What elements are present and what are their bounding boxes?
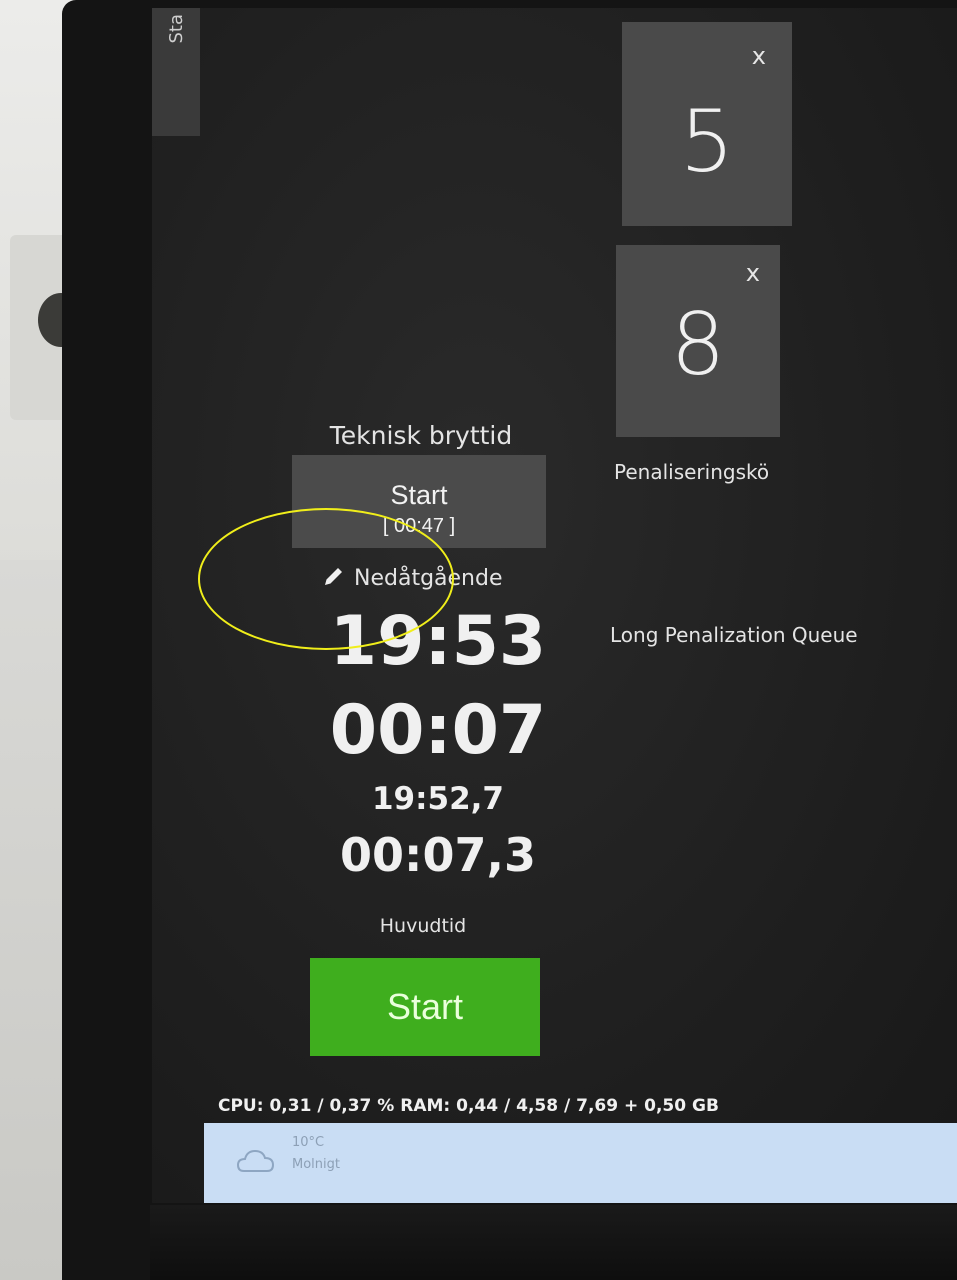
long-penalty-queue-label: Long Penalization Queue bbox=[610, 623, 858, 647]
penalty-tile-number: 5 bbox=[679, 92, 735, 192]
technical-break-start-label: Start bbox=[390, 479, 448, 510]
main-time-label: Huvudtid bbox=[379, 915, 467, 937]
monitor-bezel-bottom bbox=[150, 1205, 957, 1280]
close-icon[interactable]: x bbox=[746, 259, 760, 287]
penalty-tile-1[interactable]: x 5 bbox=[622, 22, 792, 226]
main-clock-precise: 19:52,7 bbox=[371, 781, 505, 817]
close-icon[interactable]: x bbox=[752, 42, 766, 70]
taskbar: 10°C Molnigt bbox=[204, 1123, 957, 1203]
side-tab-label: Sta bbox=[166, 14, 187, 44]
annotation-circle bbox=[198, 508, 454, 650]
technical-break-title: Teknisk bryttid bbox=[329, 421, 513, 450]
weather-description: Molnigt bbox=[292, 1157, 340, 1172]
elapsed-clock-precise: 00:07,3 bbox=[340, 828, 536, 882]
weather-temperature: 10°C bbox=[292, 1135, 325, 1150]
penalty-tile-number: 8 bbox=[670, 295, 726, 395]
elapsed-clock: 00:07 bbox=[329, 691, 547, 770]
cloud-icon bbox=[236, 1149, 275, 1172]
penalty-queue-label: Penaliseringskö bbox=[614, 460, 770, 484]
main-start-button[interactable]: Start bbox=[310, 958, 540, 1056]
resource-status-bar: CPU: 0,31 / 0,37 % RAM: 0,44 / 4,58 / 7,… bbox=[218, 1096, 719, 1116]
side-tab[interactable]: Sta bbox=[152, 8, 200, 136]
penalty-tile-2[interactable]: x 8 bbox=[616, 245, 780, 437]
